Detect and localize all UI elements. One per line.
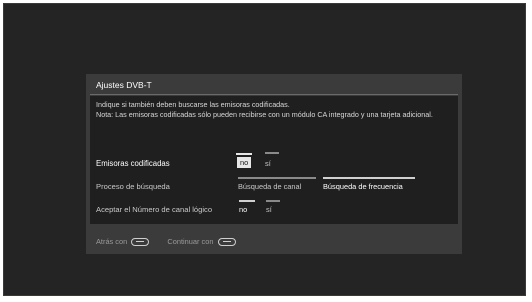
option-indicator [238, 177, 316, 179]
tv-screen: Ajustes DVB-T Indique si también deben b… [3, 3, 526, 296]
lcn-option-no[interactable]: no [239, 200, 255, 214]
option-indicator [239, 200, 255, 202]
search-option-frequency[interactable]: Búsqueda de frecuencia [323, 177, 415, 191]
next-hint[interactable]: Continuar con [167, 237, 236, 247]
dvbt-settings-dialog: Ajustes DVB-T Indique si también deben b… [86, 74, 462, 254]
search-process-label: Proceso de búsqueda [96, 182, 170, 191]
back-label: Atrás con [96, 237, 128, 246]
settings-panel: Indique si también deben buscarse las em… [90, 96, 458, 224]
search-option-channel[interactable]: Búsqueda de canal [238, 177, 316, 191]
option-indicator [266, 200, 280, 202]
option-indicator [265, 152, 279, 154]
encoded-option-no[interactable]: no [236, 153, 253, 168]
next-label: Continuar con [167, 237, 214, 246]
option-label: no [240, 158, 249, 167]
option-label: sí [265, 159, 271, 168]
option-indicator [236, 153, 253, 155]
lcn-label: Aceptar el Número de canal lógico [96, 205, 213, 214]
lcn-option-yes[interactable]: sí [266, 200, 280, 214]
info-line-2: Nota: Las emisoras codificadas sólo pued… [96, 109, 433, 119]
encoded-option-yes[interactable]: sí [265, 152, 279, 168]
info-text: Indique si también deben buscarse las em… [96, 100, 452, 119]
remote-key-back-icon [131, 238, 150, 247]
option-label: Búsqueda de frecuencia [323, 182, 403, 191]
info-line-1: Indique si también deben buscarse las em… [96, 100, 290, 109]
remote-key-forward-icon [217, 238, 236, 247]
encoded-channels-label: Emisoras codificadas [96, 159, 170, 168]
title-divider [90, 94, 458, 95]
option-label: no [239, 205, 248, 214]
dialog-footer: Atrás con Continuar con [96, 237, 236, 247]
dialog-title: Ajustes DVB-T [96, 80, 152, 90]
back-hint[interactable]: Atrás con [96, 237, 151, 247]
option-indicator [323, 177, 415, 179]
option-label: Búsqueda de canal [238, 182, 302, 191]
option-label: sí [266, 205, 272, 214]
